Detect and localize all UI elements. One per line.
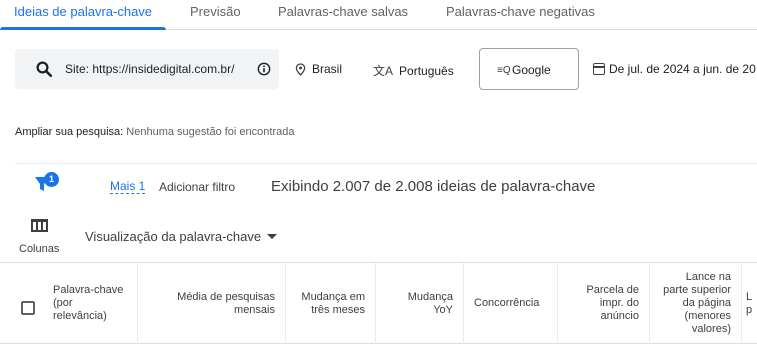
language-chip[interactable]: 文A Português: [373, 62, 454, 79]
site-search-field[interactable]: Site: https://insidedigital.com.br/: [15, 49, 279, 89]
results-count: Exibindo 2.007 de 2.008 ideias de palavr…: [271, 178, 596, 195]
columns-label[interactable]: Colunas: [19, 243, 59, 255]
date-range-chip[interactable]: De jul. de 2024 a jun. de 20: [593, 62, 756, 76]
column-header-ad-impression-share[interactable]: Parcela de impr. do anúncio: [558, 263, 650, 344]
broaden-label: Ampliar sua pesquisa:: [15, 126, 124, 138]
language-label: Português: [399, 63, 454, 78]
network-icon: ≡Q: [497, 65, 511, 76]
network-selector[interactable]: ≡Q Google: [479, 48, 579, 90]
filter-bar: Site: https://insidedigital.com.br/ Bras…: [15, 48, 757, 90]
active-tab-indicator: [0, 27, 166, 30]
column-header-keyword[interactable]: Palavra-chave (por relevância): [43, 263, 138, 344]
tab-bar: Ideias de palavra-chave Previsão Palavra…: [0, 0, 757, 30]
info-icon[interactable]: [257, 62, 271, 76]
tab-keyword-ideas[interactable]: Ideias de palavra-chave: [14, 4, 152, 19]
broaden-search: Ampliar sua pesquisa: Nenhuma sugestão f…: [15, 126, 294, 138]
columns-icon[interactable]: [31, 219, 48, 232]
search-icon: [36, 61, 53, 78]
calendar-icon: [593, 63, 605, 75]
table-header: Palavra-chave (por relevância) Média de …: [0, 262, 757, 344]
view-dropdown[interactable]: Visualização da palavra-chave: [85, 229, 278, 244]
column-header-top-bid-low[interactable]: Lance na parte superior da página (menor…: [650, 263, 742, 344]
select-all-checkbox[interactable]: [21, 301, 35, 315]
column-header-competition[interactable]: Concorrência: [464, 263, 558, 344]
more-filters-link[interactable]: Mais 1: [110, 180, 146, 194]
divider: [15, 163, 757, 164]
date-range-label: De jul. de 2024 a jun. de 20: [609, 62, 756, 76]
column-header-avg-searches[interactable]: Média de pesquisas mensais: [138, 263, 286, 344]
column-header-yoy-change[interactable]: Mudança YoY: [376, 263, 464, 344]
add-filter-button[interactable]: Adicionar filtro: [159, 180, 235, 194]
column-header-top-bid-high[interactable]: L p: [742, 263, 757, 344]
filter-count-badge: 1: [44, 172, 59, 187]
location-label: Brasil: [312, 62, 343, 76]
location-pin-icon: [295, 62, 306, 76]
location-chip[interactable]: Brasil: [295, 62, 342, 76]
site-url-text: Site: https://insidedigital.com.br/: [65, 62, 235, 76]
tab-negative-keywords[interactable]: Palavras-chave negativas: [446, 4, 595, 19]
network-label: Google: [512, 63, 551, 77]
translate-icon: 文A: [373, 64, 394, 78]
caret-down-icon: [267, 234, 278, 239]
tab-forecast[interactable]: Previsão: [190, 4, 241, 19]
tab-saved-keywords[interactable]: Palavras-chave salvas: [278, 4, 408, 19]
column-header-three-month-change[interactable]: Mudança em três meses: [286, 263, 376, 344]
broaden-value: Nenhuma sugestão foi encontrada: [126, 126, 295, 138]
view-dropdown-label: Visualização da palavra-chave: [85, 229, 262, 244]
